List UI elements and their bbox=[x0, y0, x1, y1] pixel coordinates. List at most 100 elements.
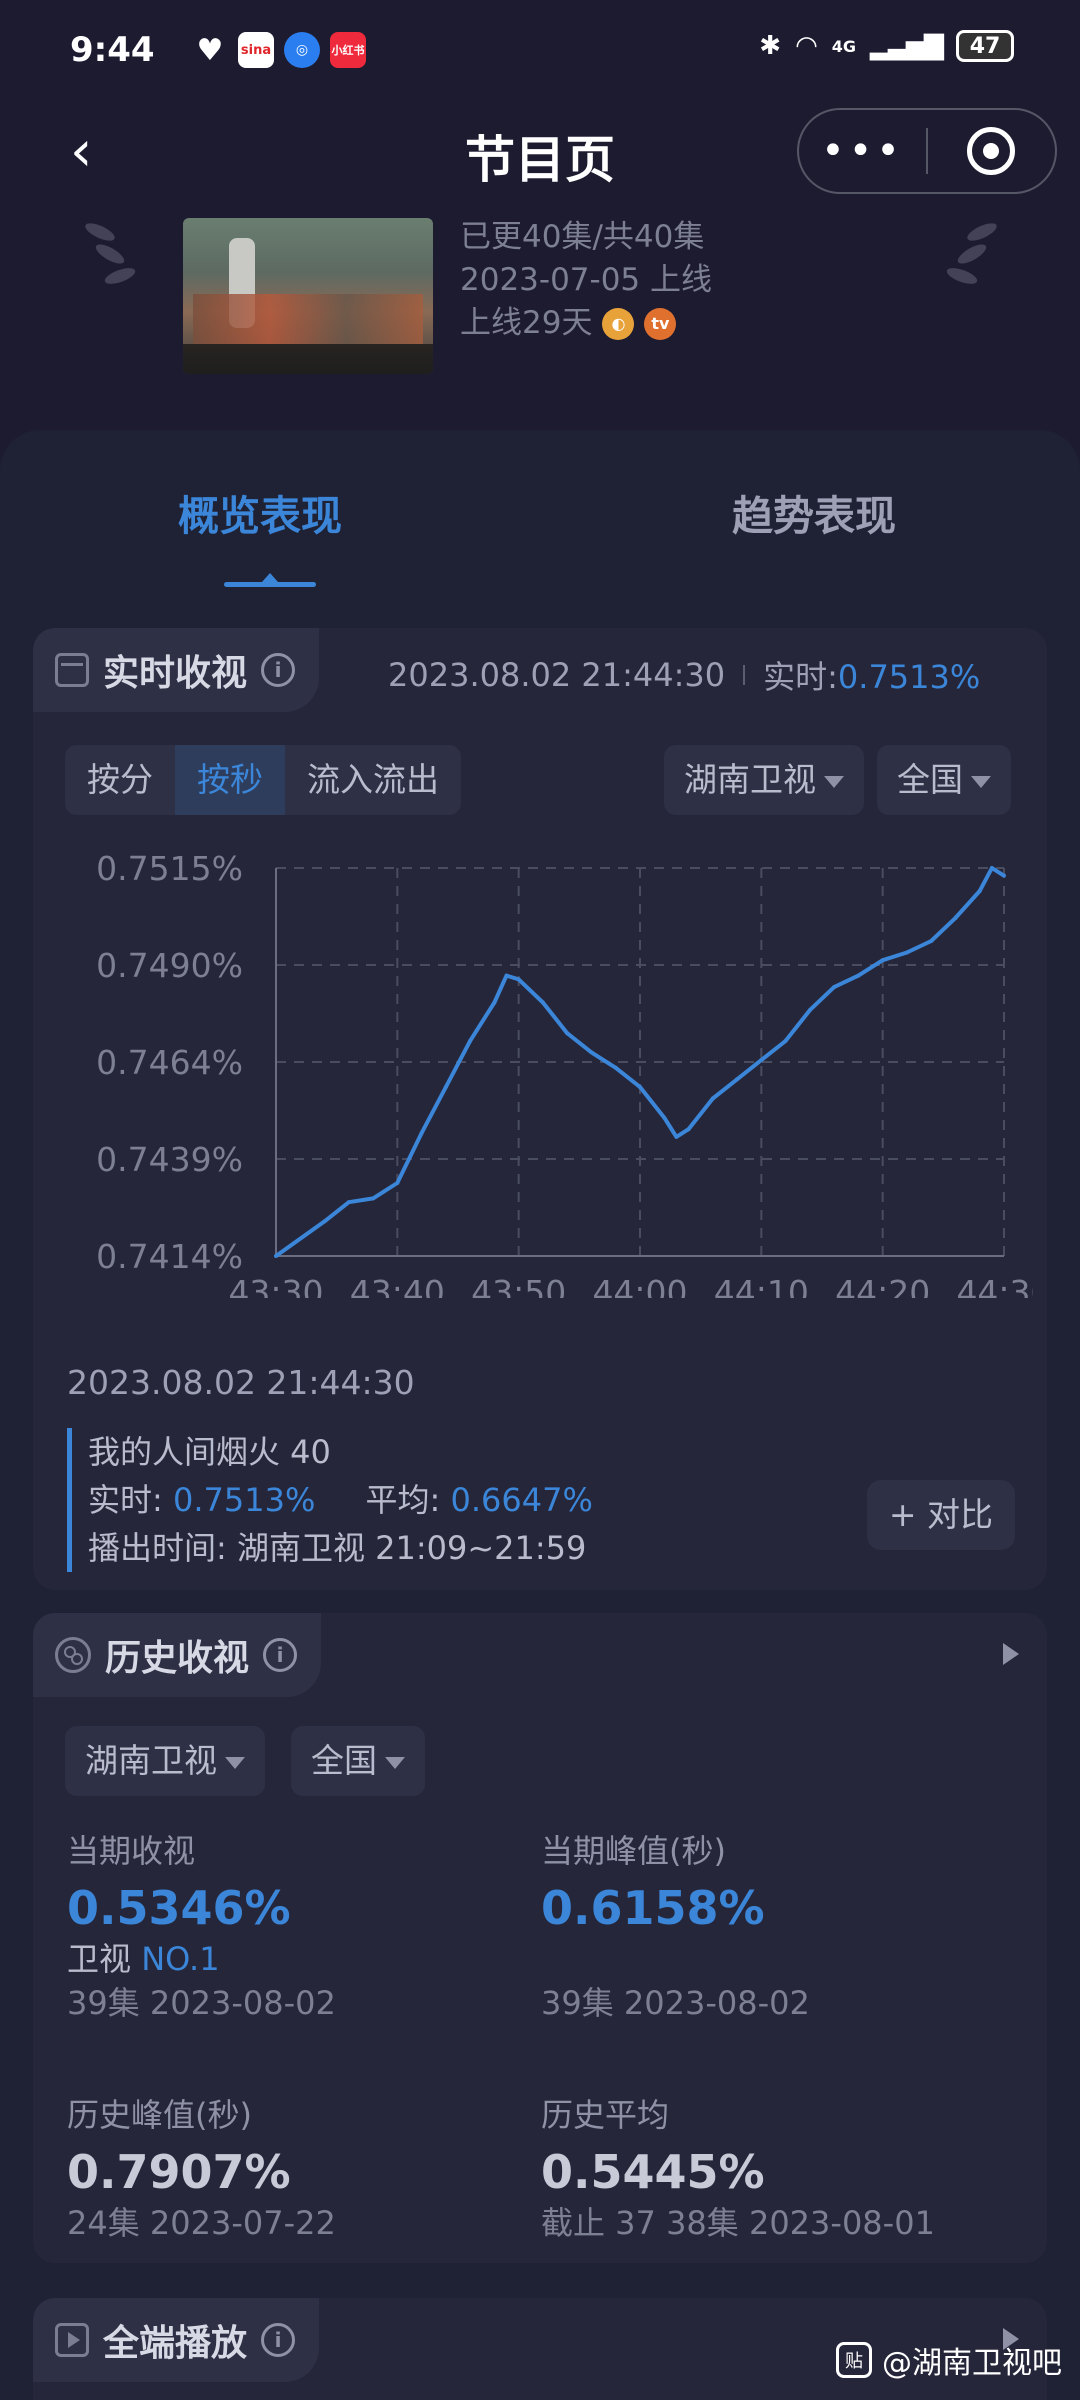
mango-tv-icon: ◐ bbox=[602, 307, 635, 340]
laurel-left-icon bbox=[85, 223, 136, 284]
realtime-value: 0.7513% bbox=[837, 658, 981, 696]
current-rating-value: 0.5346% bbox=[67, 1881, 291, 1935]
data-point bbox=[807, 1008, 812, 1013]
y-tick-label: 0.7414% bbox=[96, 1237, 243, 1276]
x-tick-label: 43:30 bbox=[228, 1273, 323, 1298]
rank-prefix: 卫视 bbox=[67, 1940, 132, 1978]
nav-bar: ‹ 节目页 ••• bbox=[0, 104, 1080, 204]
history-channel-dropdown[interactable]: 湖南卫视 bbox=[65, 1726, 265, 1796]
close-miniprogram-button[interactable] bbox=[928, 127, 1055, 175]
laurel-right-icon bbox=[946, 223, 997, 284]
realtime-chart[interactable]: 0.7515% 0.7490% 0.7464% 0.7439% 0.7414% 43:30… bbox=[53, 838, 1033, 1298]
data-point bbox=[929, 938, 934, 943]
launch-date: 2023-07-05 上线 bbox=[460, 262, 713, 298]
x-tick-label: 44:00 bbox=[592, 1273, 687, 1298]
data-point bbox=[492, 1000, 497, 1005]
info-icon[interactable]: i bbox=[261, 2323, 296, 2357]
realtime-label: 实时: bbox=[763, 658, 838, 696]
realtime-timestamp: 2023.08.02 21:44:30 bbox=[388, 656, 726, 694]
bluetooth-icon: ✱ bbox=[759, 31, 782, 61]
compare-button[interactable]: + 对比 bbox=[867, 1480, 1015, 1550]
data-point bbox=[989, 866, 994, 870]
region-value: 全国 bbox=[897, 760, 963, 799]
tab-bar: 概览表现 趋势表现 bbox=[0, 430, 1080, 600]
show-poster[interactable] bbox=[183, 218, 433, 374]
current-peak-label: 当期峰值(秒) bbox=[541, 1832, 726, 1870]
data-point bbox=[1002, 873, 1006, 878]
legend-date: 2023.08.02 21:44:30 bbox=[67, 1363, 415, 1402]
data-point bbox=[638, 1084, 642, 1089]
history-title: 历史收视 bbox=[105, 1638, 250, 1679]
history-expand-icon[interactable] bbox=[1003, 1643, 1019, 1665]
realtime-meta: 2023.08.02 21:44:30 实时:0.7513% bbox=[388, 652, 980, 698]
seg-by-second[interactable]: 按秒 bbox=[175, 745, 285, 815]
data-point bbox=[322, 1219, 327, 1224]
data-point bbox=[371, 1196, 376, 1201]
data-point bbox=[419, 1131, 424, 1136]
caret-down-icon bbox=[385, 1757, 405, 1769]
seg-flow[interactable]: 流入流出 bbox=[285, 745, 461, 815]
channel-dropdown[interactable]: 湖南卫视 bbox=[664, 745, 864, 815]
x-tick-label: 43:50 bbox=[471, 1273, 566, 1298]
x-tick-label: 43:40 bbox=[350, 1273, 445, 1298]
data-point bbox=[977, 889, 982, 894]
allplay-title: 全端播放 bbox=[103, 2323, 248, 2364]
realtime-header: 实时收视 i bbox=[33, 628, 320, 712]
watermark-text: @湖南卫视吧 bbox=[882, 2346, 1062, 2381]
data-point bbox=[832, 985, 837, 990]
caret-down-icon bbox=[971, 776, 991, 788]
allplay-header: 全端播放 i bbox=[33, 2298, 320, 2382]
caret-down-icon bbox=[824, 776, 844, 788]
region-dropdown[interactable]: 全国 bbox=[877, 745, 1011, 815]
info-icon[interactable]: i bbox=[263, 1638, 298, 1672]
network-label: 4G bbox=[831, 36, 857, 56]
status-app-icons: ♥ sina ◎ 小红书 bbox=[192, 32, 366, 68]
tab-overview[interactable]: 概览表现 bbox=[178, 482, 342, 542]
data-point bbox=[710, 1096, 715, 1101]
legend-show: 我的人间烟火 40 bbox=[88, 1433, 331, 1471]
play-icon bbox=[55, 2323, 89, 2357]
xiaohongshu-icon: 小红书 bbox=[330, 32, 366, 68]
signal-icon: ▂▃▅▇ bbox=[870, 31, 944, 61]
seg-by-minute[interactable]: 按分 bbox=[65, 745, 175, 815]
history-peak-label: 历史峰值(秒) bbox=[67, 2096, 252, 2134]
data-point bbox=[346, 1200, 351, 1205]
tab-trend[interactable]: 趋势表现 bbox=[732, 482, 896, 542]
data-point bbox=[504, 973, 509, 978]
x-tick-label: 44:20 bbox=[835, 1273, 930, 1298]
current-peak-value: 0.6158% bbox=[541, 1881, 765, 1935]
history-peak-date: 24集 2023-07-22 bbox=[67, 2204, 336, 2242]
current-peak: 当期峰值(秒) 0.6158% 39集 2023-08-02 bbox=[541, 1829, 810, 2025]
current-rating-label: 当期收视 bbox=[67, 1832, 196, 1870]
legend-box: 我的人间烟火 40 实时: 0.7513% 平均: 0.6647% 播出时间: … bbox=[67, 1428, 593, 1572]
watermark: 贴 @湖南卫视吧 bbox=[836, 2338, 1062, 2382]
history-average-label: 历史平均 bbox=[541, 2096, 670, 2134]
episode-count: 已更40集/共40集 bbox=[460, 219, 705, 255]
y-tick-label: 0.7515% bbox=[96, 849, 243, 888]
history-peak: 历史峰值(秒) 0.7907% 24集 2023-07-22 bbox=[67, 2093, 336, 2245]
heart-icon: ♥ bbox=[196, 32, 224, 68]
legend-rt-value: 0.7513% bbox=[172, 1481, 316, 1519]
data-point bbox=[468, 1038, 473, 1043]
battery-icon: 47 bbox=[956, 30, 1014, 62]
browser-icon: ◎ bbox=[284, 32, 320, 68]
granularity-toggle: 按分 按秒 流入流出 bbox=[65, 745, 461, 815]
history-header: 历史收视 i bbox=[33, 1613, 322, 1697]
history-region-dropdown[interactable]: 全国 bbox=[291, 1726, 425, 1796]
more-button[interactable]: ••• bbox=[799, 131, 926, 171]
tieba-icon: 贴 bbox=[836, 2342, 872, 2378]
status-bar: 9:44 ♥ sina ◎ 小红书 ✱ ◠ 4G ▂▃▅▇ 47 bbox=[0, 0, 1080, 104]
history-channel-value: 湖南卫视 bbox=[85, 1741, 217, 1780]
info-icon[interactable]: i bbox=[261, 653, 296, 687]
data-point bbox=[395, 1181, 400, 1186]
status-time: 9:44 bbox=[70, 30, 155, 70]
meta-divider bbox=[743, 665, 746, 685]
data-point bbox=[783, 1038, 788, 1043]
status-right: ✱ ◠ 4G ▂▃▅▇ 47 bbox=[759, 30, 1014, 62]
realtime-card: 实时收视 i 2023.08.02 21:44:30 实时:0.7513% 按分… bbox=[33, 628, 1047, 1590]
legend-air-time: 播出时间: 湖南卫视 21:09~21:59 bbox=[88, 1529, 587, 1567]
data-point bbox=[880, 958, 885, 963]
channel-value: 湖南卫视 bbox=[684, 760, 816, 799]
current-rating-date: 39集 2023-08-02 bbox=[67, 1984, 336, 2022]
days-online: 上线29天 bbox=[460, 305, 593, 341]
